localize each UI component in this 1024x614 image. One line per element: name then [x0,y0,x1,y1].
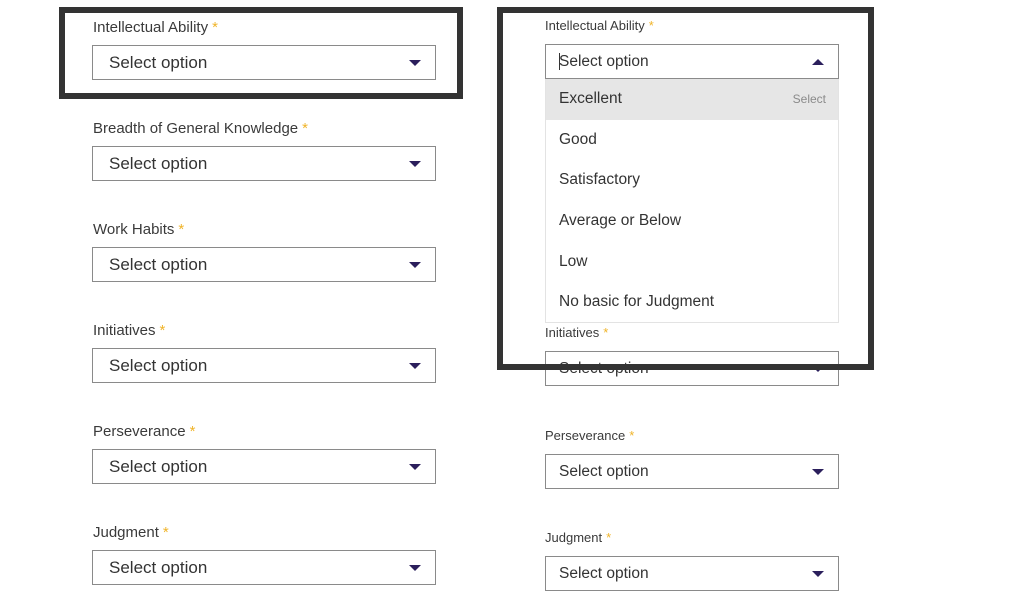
option-label: Low [559,252,588,270]
field-general-knowledge: Breadth of General Knowledge * [93,120,308,137]
caret-down-icon [409,362,421,369]
field-perseverance-right: Perseverance * [545,428,634,443]
field-judgment-right: Judgment * [545,530,611,545]
perseverance-select-right[interactable]: Select option [545,454,839,489]
select-value: Select option [109,254,208,274]
option-no-basic-for-judgment[interactable]: No basic for Judgment [546,282,838,323]
intellectual-ability-options: Excellent Select Good Satisfactory Avera… [545,79,839,323]
select-value: Select option [109,557,208,577]
field-intellectual-ability-open: Intellectual Ability * [545,18,654,33]
caret-down-icon [812,570,824,577]
option-label: Average or Below [559,212,682,230]
select-value: Select option [109,52,208,72]
caret-down-icon [409,261,421,268]
field-work-habits: Work Habits * [93,221,184,238]
label-text: Perseverance [545,428,626,443]
option-label: Good [559,130,597,148]
field-label: Judgment * [93,524,169,541]
required-asterisk: * [648,18,654,33]
required-asterisk: * [189,423,196,440]
required-asterisk: * [603,325,609,340]
select-value: Select option [559,564,649,582]
select-value: Select option [559,53,649,71]
field-judgment: Judgment * [93,524,169,541]
label-text: Judgment [93,524,159,541]
required-asterisk: * [629,428,635,443]
caret-down-icon [812,365,824,372]
option-label: No basic for Judgment [559,293,715,311]
option-label: Excellent [559,90,622,108]
field-label: Initiatives * [545,325,608,340]
field-label: Intellectual Ability * [545,18,654,33]
select-value: Select option [559,462,649,480]
required-asterisk: * [212,19,218,36]
required-asterisk: * [606,530,612,545]
general-knowledge-select[interactable]: Select option [92,146,436,181]
form-stage: Intellectual Ability * Select option Brea… [0,0,1024,614]
caret-up-icon [812,58,824,65]
select-value: Select option [109,153,208,173]
caret-down-icon [409,59,421,66]
field-perseverance: Perseverance * [93,423,195,440]
field-label: Perseverance * [545,428,634,443]
perseverance-select[interactable]: Select option [92,449,436,484]
intellectual-ability-select-open[interactable]: Select option [545,44,839,79]
option-excellent[interactable]: Excellent Select [546,79,838,120]
intellectual-ability-select[interactable]: Select option [92,45,436,80]
caret-down-icon [812,468,824,475]
caret-down-icon [409,463,421,470]
field-initiatives: Initiatives * [93,322,165,339]
field-label: Work Habits * [93,221,184,238]
field-label: Perseverance * [93,423,195,440]
label-text: Breadth of General Knowledge [93,120,299,137]
field-label: Initiatives * [93,322,165,339]
label-text: Initiatives [93,322,156,339]
caret-down-icon [409,160,421,167]
field-intellectual-ability: Intellectual Ability * [93,19,218,36]
select-value: Select option [109,456,208,476]
field-initiatives-right: Initiatives * [545,325,608,340]
option-label: Satisfactory [559,171,640,189]
label-text: Perseverance [93,423,186,440]
select-value-text: Select option [559,52,649,70]
required-asterisk: * [159,322,166,339]
option-good[interactable]: Good [546,120,838,161]
label-text: Intellectual Ability [545,18,645,33]
option-satisfactory[interactable]: Satisfactory [546,160,838,201]
field-label: Intellectual Ability * [93,19,218,36]
caret-down-icon [409,564,421,571]
judgment-select-right[interactable]: Select option [545,556,839,591]
required-asterisk: * [178,221,185,238]
initiatives-select-right[interactable]: Select option [545,351,839,386]
label-text: Work Habits [93,221,175,238]
judgment-select[interactable]: Select option [92,550,436,585]
work-habits-select[interactable]: Select option [92,247,436,282]
option-low[interactable]: Low [546,241,838,282]
field-label: Breadth of General Knowledge * [93,120,308,137]
label-text: Judgment [545,530,603,545]
option-average-or-below[interactable]: Average or Below [546,201,838,242]
label-text: Intellectual Ability [93,19,209,36]
initiatives-select[interactable]: Select option [92,348,436,383]
required-asterisk: * [302,120,308,137]
label-text: Initiatives [545,325,600,340]
field-label: Judgment * [545,530,611,545]
option-select-hint: Select [792,92,826,107]
select-value: Select option [559,359,649,377]
required-asterisk: * [162,524,169,541]
select-value: Select option [109,355,208,375]
